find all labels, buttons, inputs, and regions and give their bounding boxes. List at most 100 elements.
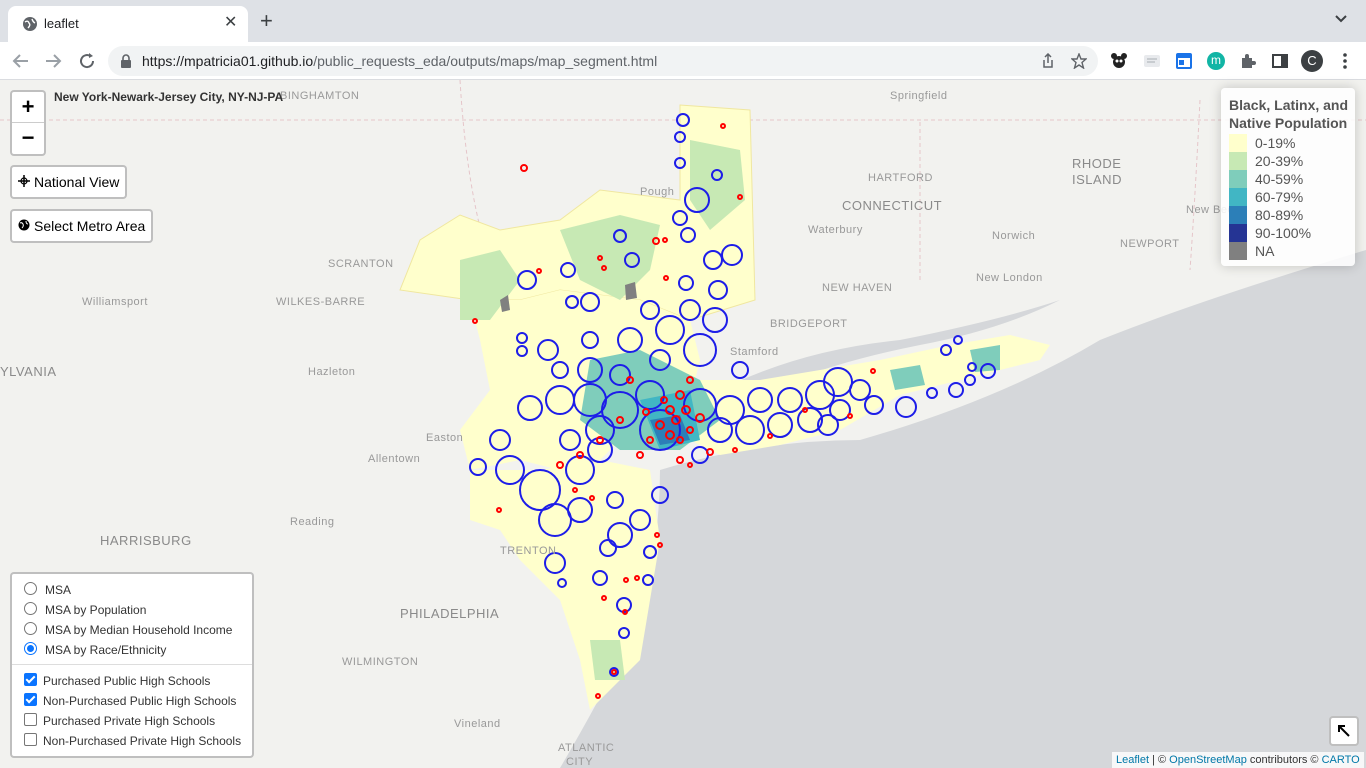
openstreetmap-link[interactable]: OpenStreetMap: [1169, 754, 1247, 766]
place-label: ISLAND: [1072, 172, 1122, 187]
base-layer-label: MSA: [45, 583, 72, 597]
national-view-label: National View: [34, 174, 120, 190]
place-label: BINGHAMTON: [280, 90, 360, 102]
carto-link[interactable]: CARTO: [1322, 754, 1360, 766]
legend-item: 90-100%: [1229, 224, 1311, 242]
place-label: BRIDGEPORT: [770, 318, 848, 330]
place-label: ATLANTIC: [558, 742, 615, 754]
url-domain: https://mpatricia01.github.io: [142, 53, 314, 69]
globe-icon: [18, 211, 30, 241]
place-label: Reading: [290, 516, 335, 528]
checkbox-checked[interactable]: [24, 673, 37, 686]
bookmark-star-icon[interactable]: [1071, 53, 1087, 69]
reload-icon[interactable]: [78, 52, 96, 70]
base-layer-option[interactable]: MSA: [24, 580, 71, 600]
place-label: Hazleton: [308, 366, 356, 378]
legend-swatch: [1229, 206, 1247, 224]
browser-tab[interactable]: leaflet ✕: [8, 6, 248, 42]
address-bar[interactable]: https://mpatricia01.github.io/public_req…: [108, 46, 1098, 76]
base-layer-option[interactable]: MSA by Median Household Income: [24, 620, 232, 640]
radio-button[interactable]: [24, 582, 37, 595]
browser-toolbar: https://mpatricia01.github.io/public_req…: [0, 42, 1366, 80]
metro-area-title: New York-Newark-Jersey City, NY-NJ-PA: [54, 90, 284, 104]
legend-swatch: [1229, 134, 1247, 152]
puzzle-extensions-icon[interactable]: [1239, 52, 1257, 70]
place-label: Williamsport: [82, 296, 148, 308]
legend-item: 0-19%: [1229, 134, 1295, 152]
side-panel-icon[interactable]: [1271, 52, 1289, 70]
base-layer-option[interactable]: MSA by Race/Ethnicity: [24, 640, 166, 660]
zoom-in-button[interactable]: +: [12, 92, 44, 122]
crosshair-icon: [18, 167, 30, 197]
legend-item: 40-59%: [1229, 170, 1303, 188]
place-label: Allentown: [368, 453, 421, 465]
radio-button[interactable]: [24, 622, 37, 635]
overlay-option[interactable]: Purchased Private High Schools: [24, 711, 215, 731]
legend-item: 80-89%: [1229, 206, 1303, 224]
national-view-button[interactable]: National View: [10, 165, 128, 199]
place-label: RHODE: [1072, 156, 1122, 171]
legend-swatch: [1229, 224, 1247, 242]
chevron-down-icon[interactable]: [1334, 12, 1348, 26]
legend-label: 60-79%: [1255, 189, 1304, 205]
profile-avatar[interactable]: C: [1301, 50, 1323, 72]
legend-label: 80-89%: [1255, 207, 1304, 223]
reader-extension-icon[interactable]: [1143, 52, 1161, 70]
checkbox-checked[interactable]: [24, 693, 37, 706]
radio-button-selected[interactable]: [24, 642, 37, 655]
checkbox[interactable]: [24, 713, 37, 726]
legend-label: 20-39%: [1255, 153, 1304, 169]
fullscreen-button[interactable]: [1329, 716, 1359, 746]
map-attribution: Leaflet | © OpenStreetMap contributors ©…: [1112, 752, 1364, 768]
radio-button[interactable]: [24, 602, 37, 615]
place-label: Springfield: [890, 90, 948, 102]
close-tab-icon[interactable]: ✕: [224, 14, 237, 32]
legend-label: 40-59%: [1255, 171, 1304, 187]
legend-item: NA: [1229, 242, 1274, 260]
overlay-label: Non-Purchased Public High Schools: [43, 694, 237, 708]
overlay-label: Purchased Public High Schools: [43, 674, 211, 688]
place-label: NEWPORT: [1120, 238, 1180, 250]
lock-icon[interactable]: [120, 54, 132, 68]
zoom-out-button[interactable]: −: [12, 122, 44, 153]
legend-swatch: [1229, 170, 1247, 188]
place-label: New London: [976, 272, 1043, 284]
overlay-option[interactable]: Non-Purchased Public High Schools: [24, 691, 236, 711]
select-metro-area-button[interactable]: Select Metro Area: [10, 209, 154, 243]
place-label: HARRISBURG: [100, 533, 192, 548]
place-label: Easton: [426, 432, 464, 444]
m-extension-icon[interactable]: m: [1207, 52, 1225, 70]
url-text[interactable]: https://mpatricia01.github.io/public_req…: [142, 53, 657, 69]
layers-control: MSA MSA by Population MSA by Median Hous…: [10, 572, 254, 758]
new-tab-button[interactable]: +: [260, 10, 273, 32]
place-label: WILKES-BARRE: [276, 296, 366, 308]
back-arrow-icon[interactable]: [12, 52, 30, 70]
place-label: Stamford: [730, 346, 779, 358]
base-layer-option[interactable]: MSA by Population: [24, 600, 146, 620]
overlay-label: Non-Purchased Private High Schools: [43, 734, 242, 748]
layers-separator: [12, 664, 252, 665]
leaflet-link[interactable]: Leaflet: [1116, 754, 1149, 766]
checkbox[interactable]: [24, 733, 37, 746]
share-icon[interactable]: [1040, 53, 1056, 69]
base-layer-label: MSA by Population: [45, 603, 147, 617]
legend-item: 60-79%: [1229, 188, 1303, 206]
legend-label: NA: [1255, 243, 1275, 259]
place-label: YLVANIA: [0, 364, 57, 379]
base-layer-label: MSA by Median Household Income: [45, 623, 233, 637]
base-layer-label: MSA by Race/Ethnicity: [45, 643, 167, 657]
attribution-text: | ©: [1149, 754, 1170, 766]
expand-arrow-icon: [1338, 725, 1350, 737]
place-label: TRENTON: [500, 545, 557, 557]
overlay-option[interactable]: Purchased Public High Schools: [24, 671, 210, 691]
overlay-option[interactable]: Non-Purchased Private High Schools: [24, 731, 241, 751]
kebab-menu-icon[interactable]: [1336, 52, 1354, 70]
panda-extension-icon[interactable]: [1110, 52, 1128, 70]
legend-label: 0-19%: [1255, 135, 1296, 151]
zoom-control: + −: [10, 90, 46, 156]
place-label: HARTFORD: [868, 172, 933, 184]
place-label: CONNECTICUT: [842, 198, 943, 213]
forward-arrow-icon[interactable]: [44, 52, 62, 70]
calendar-extension-icon[interactable]: [1175, 52, 1193, 70]
tab-title: leaflet: [44, 16, 79, 31]
